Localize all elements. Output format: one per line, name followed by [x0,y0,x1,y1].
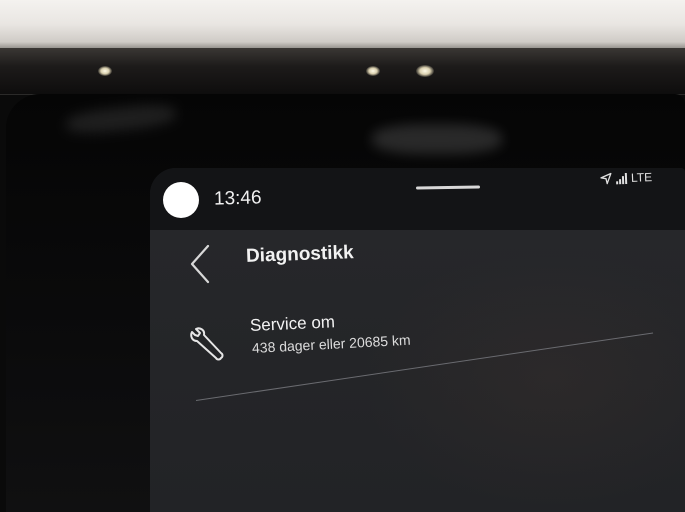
screen-glare [360,248,680,508]
wrench-icon [190,327,224,361]
back-button[interactable] [188,244,218,284]
chevron-left-icon [190,244,210,284]
drawer-handle[interactable] [415,185,481,190]
avatar-icon[interactable] [163,182,199,218]
page-title: Diagnostikk [245,242,355,267]
glass-reflection [372,124,502,154]
status-time: 13:46 [213,187,262,210]
network-label: LTE [630,170,653,185]
service-detail: 438 dager eller 20685 km [251,331,411,356]
signal-icon [616,172,628,184]
infotainment-display: 13:46 LTE Diagnostikk Service om 438 dag… [150,168,685,512]
ambient-light [98,66,112,76]
service-title: Service om [249,312,336,335]
ambient-light [366,66,380,76]
status-bar: 13:46 LTE [150,168,685,230]
location-arrow-icon [600,172,612,185]
status-icons: LTE [600,168,653,189]
glass-reflection [65,102,177,136]
ambient-light [416,65,434,77]
